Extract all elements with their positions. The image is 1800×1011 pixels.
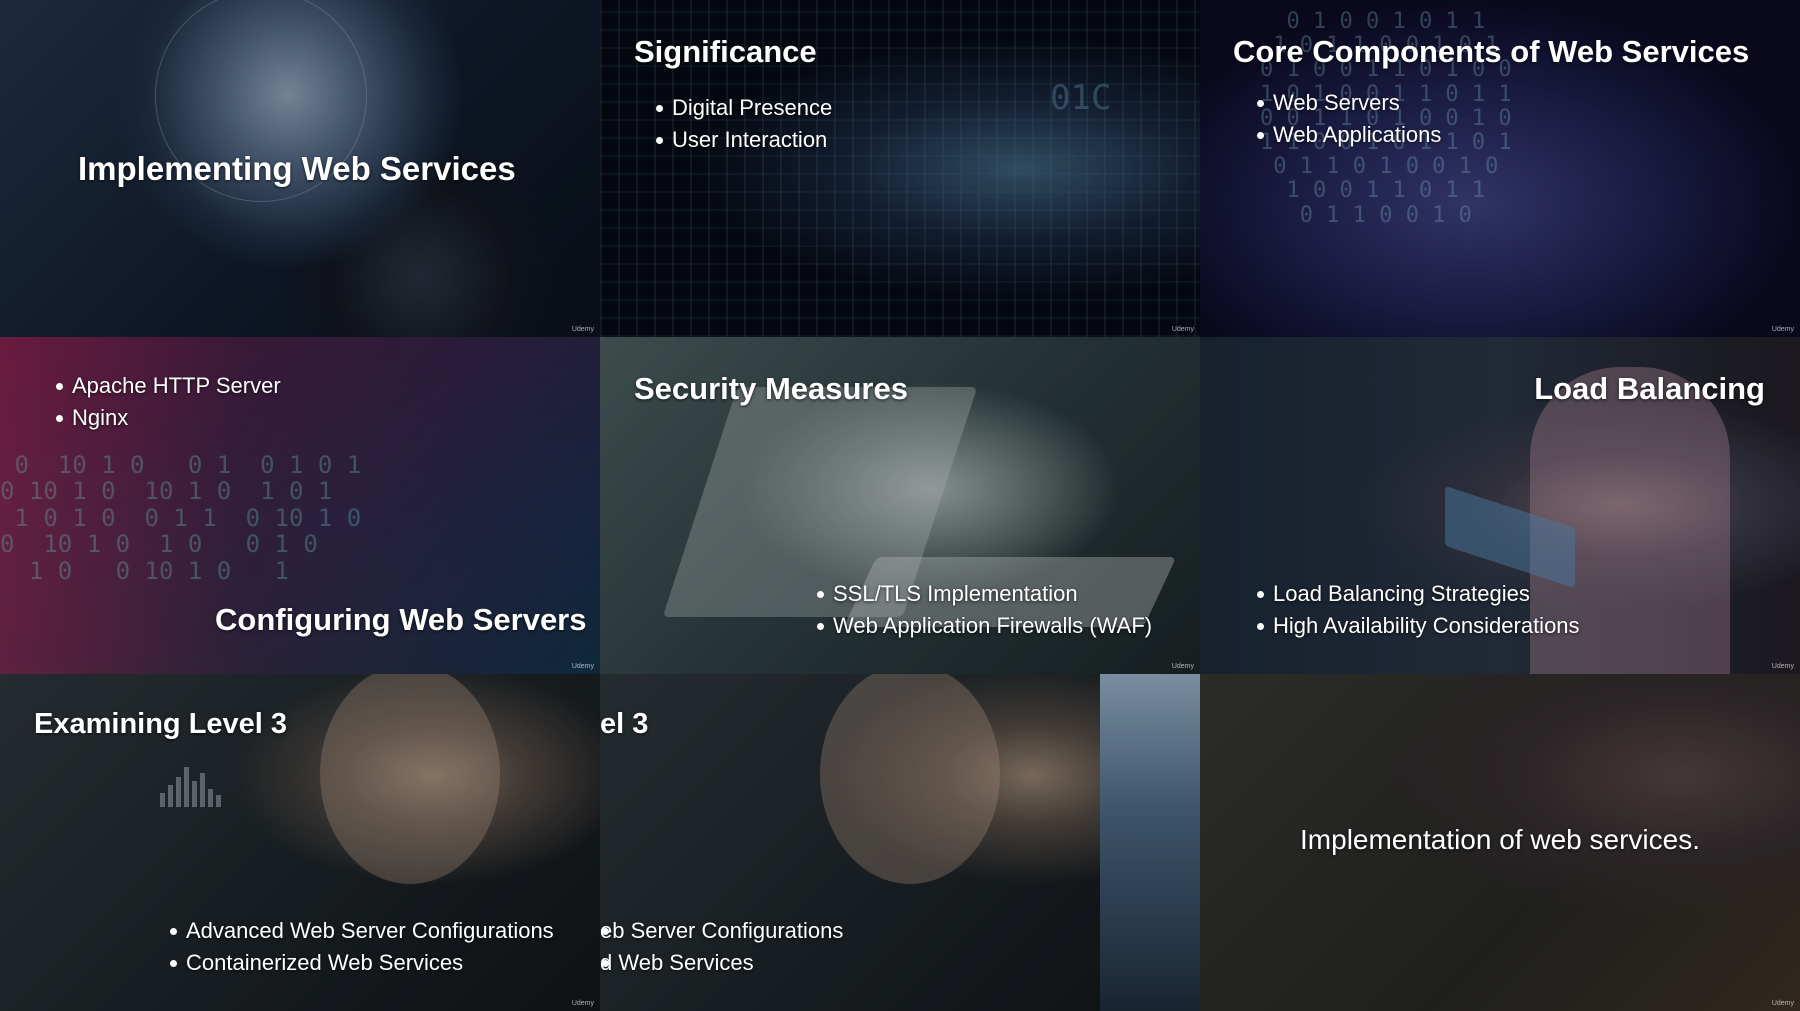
slide-title: Examining Level 3: [34, 708, 288, 740]
thumbnail-examining-level-3-transition[interactable]: el 3 eb Server Configurations d Web Serv…: [600, 674, 1200, 1011]
bullet-item: Apache HTTP Server: [54, 370, 281, 402]
bullet-item: Nginx: [54, 402, 281, 434]
bullet-item: eb Server Configurations: [600, 915, 843, 947]
slide-title: Configuring Web Servers: [215, 602, 587, 637]
udemy-watermark: Udemy: [1171, 663, 1194, 670]
bullet-item: Web Applications: [1255, 119, 1441, 151]
bullet-item: d Web Services: [600, 947, 843, 979]
udemy-watermark: Udemy: [571, 663, 594, 670]
video-thumbnail-grid: Implementing Web Services Udemy 01C Sign…: [0, 0, 1800, 1011]
thumbnail-examining-level-3[interactable]: Examining Level 3 Advanced Web Server Co…: [0, 674, 600, 1011]
thumbnail-configuring-web-servers[interactable]: 0 10 1 0 0 1 0 1 0 1 0 10 1 0 10 1 0 1 0…: [0, 337, 600, 674]
udemy-watermark: Udemy: [1771, 663, 1794, 670]
bullet-list: Web Servers Web Applications: [1255, 87, 1441, 151]
bullet-list: Load Balancing Strategies High Availabil…: [1255, 578, 1580, 642]
bullet-item: SSL/TLS Implementation: [815, 578, 1152, 610]
slide-title: Implementing Web Services: [78, 150, 516, 187]
udemy-watermark: Udemy: [1771, 1000, 1794, 1007]
thumbnail-core-components[interactable]: 0 1 0 0 1 0 1 1 1 0 1 1 0 0 1 0 1 0 1 0 …: [1200, 0, 1800, 337]
thumbnail-security-measures[interactable]: Security Measures SSL/TLS Implementation…: [600, 337, 1200, 674]
udemy-watermark: Udemy: [1171, 326, 1194, 333]
bullet-item: Web Application Firewalls (WAF): [815, 610, 1152, 642]
bullet-list: Digital Presence User Interaction: [654, 92, 832, 156]
bullet-item: Advanced Web Server Configurations: [168, 915, 554, 947]
slide-title: Security Measures: [634, 371, 908, 406]
thumbnail-load-balancing[interactable]: Load Balancing Load Balancing Strategies…: [1200, 337, 1800, 674]
bullet-item: Web Servers: [1255, 87, 1441, 119]
udemy-watermark: Udemy: [1771, 326, 1794, 333]
bullet-list: SSL/TLS Implementation Web Application F…: [815, 578, 1152, 642]
bullet-item: Containerized Web Services: [168, 947, 554, 979]
bullet-item: High Availability Considerations: [1255, 610, 1580, 642]
bullet-list: eb Server Configurations d Web Services: [600, 915, 843, 979]
slide-title: Core Components of Web Services: [1233, 34, 1750, 69]
thumbnail-implementation-summary[interactable]: Implementation of web services. Udemy: [1200, 674, 1800, 1011]
slide-title: el 3: [600, 708, 649, 740]
slide-title: Load Balancing: [1534, 371, 1765, 406]
bullet-item: User Interaction: [654, 124, 832, 156]
bullet-item: Load Balancing Strategies: [1255, 578, 1580, 610]
udemy-watermark: Udemy: [571, 326, 594, 333]
bullet-list: Advanced Web Server Configurations Conta…: [168, 915, 554, 979]
thumbnail-implementing-web-services[interactable]: Implementing Web Services Udemy: [0, 0, 600, 337]
thumbnail-significance[interactable]: 01C Significance Digital Presence User I…: [600, 0, 1200, 337]
slide-caption: Implementation of web services.: [1300, 824, 1700, 855]
bullet-item: Digital Presence: [654, 92, 832, 124]
slide-title: Significance: [634, 34, 817, 69]
bullet-list: Apache HTTP Server Nginx: [54, 370, 281, 434]
udemy-watermark: Udemy: [571, 1000, 594, 1007]
